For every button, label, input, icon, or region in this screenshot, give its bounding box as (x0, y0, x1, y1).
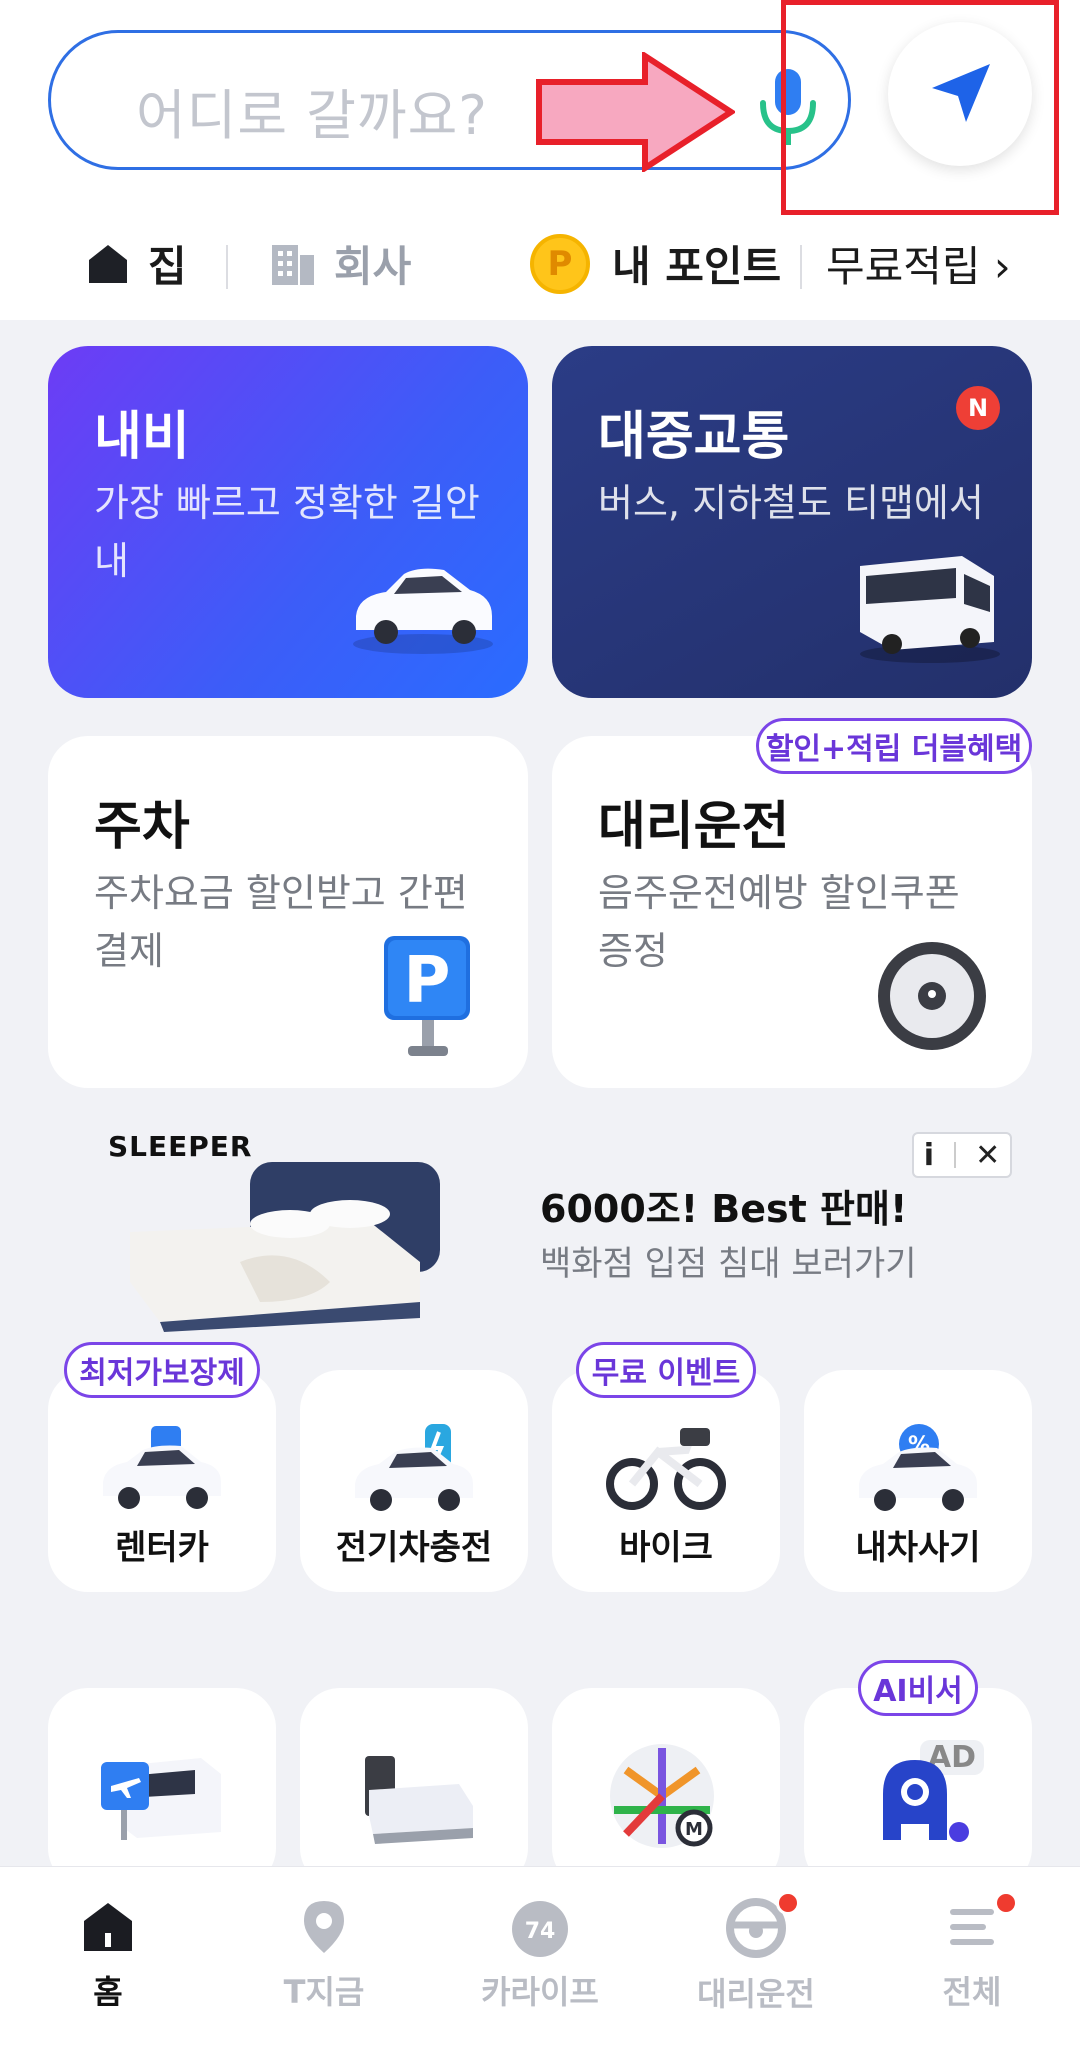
tile-ev-charging-label: 전기차충전 (335, 1528, 493, 1568)
shortcut-work-label: 회사 (334, 242, 412, 291)
car-life-badge-text: 74 (525, 1919, 556, 1944)
nav-car-life-label: 카라이프 (481, 1973, 599, 2011)
new-badge: N (956, 386, 1000, 430)
designated-driver-card[interactable]: 대리운전 음주운전예방 할인쿠폰 증정 (552, 736, 1032, 1088)
building-icon (272, 244, 314, 285)
shortcut-home-label: 집 (148, 242, 187, 291)
ai-assistant-pill: AI비서 (858, 1660, 978, 1716)
notification-dot (776, 1891, 800, 1915)
shortcut-row: 집 회사 P 내 포인트 무료적립 › (0, 215, 1080, 305)
ad-close-icon[interactable]: ✕ (975, 1138, 1000, 1173)
map-pin-icon (304, 1901, 344, 1953)
nav-home-label: 홈 (93, 1973, 123, 2011)
rental-car-icon (103, 1426, 221, 1509)
parking-card[interactable]: 주차 주차요금 할인받고 간편결제 P (48, 736, 528, 1088)
nav-t-now[interactable]: T지금 (216, 1897, 432, 2013)
steering-wheel-icon (878, 942, 986, 1050)
my-points-label: 내 포인트 (612, 242, 782, 291)
tile-buy-car-label: 내차사기 (855, 1528, 981, 1568)
svg-text:P: P (404, 944, 451, 1018)
tile-accommodation[interactable] (300, 1688, 528, 1888)
car-icon (353, 568, 493, 654)
shortcut-my-points[interactable]: P 내 포인트 (530, 233, 781, 294)
bottom-navigation: 홈 T지금 74 카라이프 대리운전 전체 (0, 1866, 1080, 2051)
nav-car-life[interactable]: 74 카라이프 (432, 1897, 648, 2013)
svg-text:M: M (685, 1819, 703, 1840)
lowest-price-pill: 최저가보장제 (64, 1342, 260, 1398)
shortcut-work[interactable]: 회사 (270, 233, 411, 294)
airport-bus-icon (101, 1758, 221, 1840)
tile-buy-car[interactable]: % 내차사기 (804, 1370, 1032, 1592)
nav-all[interactable]: 전체 (864, 1891, 1080, 2013)
ai-assistant-icon (883, 1760, 969, 1842)
transit-subtitle: 버스, 지하철도 티맵에서 (598, 481, 984, 525)
subway-map-icon: M (610, 1744, 714, 1848)
menu-icon (950, 1909, 994, 1945)
double-benefit-pill: 할인+적립 더블혜택 (756, 718, 1032, 774)
ad-headline: 6000조! Best 판매! (540, 1187, 908, 1231)
nav-designated-driver-label: 대리운전 (697, 1975, 815, 2013)
navi-title: 내비 (94, 407, 190, 467)
home-icon (84, 1903, 132, 1951)
ev-charging-icon (355, 1424, 473, 1511)
buy-car-icon: % (859, 1424, 977, 1511)
speedometer-icon: 74 (512, 1901, 568, 1957)
divider (953, 1142, 956, 1168)
parking-sign-icon: P (384, 936, 470, 1056)
ad-subtitle: 백화점 입점 침대 보러가기 (540, 1244, 917, 1284)
tile-bike-label: 바이크 (619, 1528, 713, 1568)
divider (226, 245, 228, 289)
notification-dot (994, 1891, 1018, 1915)
nav-all-label: 전체 (942, 1973, 1002, 2011)
tile-ev-charging[interactable]: 전기차충전 (300, 1370, 528, 1592)
tile-ai-assistant[interactable]: AD (804, 1688, 1032, 1888)
free-points-link[interactable]: 무료적립 › (826, 233, 1011, 294)
tile-rental-car[interactable]: 렌터카 (48, 1370, 276, 1592)
ad-controls: i ✕ (912, 1132, 1012, 1178)
transit-card[interactable]: 대중교통 버스, 지하철도 티맵에서 N (552, 346, 1032, 698)
ad-info-icon[interactable]: i (924, 1138, 934, 1173)
home-icon (89, 244, 127, 283)
annotation-arrow-icon (536, 52, 735, 172)
tile-airport-bus[interactable] (48, 1688, 276, 1888)
tile-subway[interactable]: M (552, 1688, 780, 1888)
parking-title: 주차 (94, 797, 190, 857)
bed-tile-icon (365, 1756, 473, 1844)
driver-title: 대리운전 (598, 797, 790, 857)
header-area: 어디로 갈까요? 집 회사 P 내 포인트 무료적립 › (0, 0, 1080, 320)
annotation-highlight-box (781, 0, 1059, 215)
ad-banner[interactable]: SLEEPER 6000조! Best 판매! 백화점 입점 침대 보러가기 i… (0, 1112, 1080, 1342)
tile-rental-car-label: 렌터카 (115, 1528, 209, 1568)
shortcut-home[interactable]: 집 (86, 233, 187, 294)
bed-icon (130, 1162, 440, 1332)
nav-designated-driver[interactable]: 대리운전 (648, 1891, 864, 2015)
tile-bike[interactable]: 바이크 (552, 1370, 780, 1592)
nav-t-now-label: T지금 (283, 1973, 365, 2011)
transit-title: 대중교통 (598, 407, 790, 467)
free-event-pill: 무료 이벤트 (576, 1342, 756, 1398)
navi-card[interactable]: 내비 가장 빠르고 정확한 길안내 (48, 346, 528, 698)
point-coin-icon: P (530, 233, 590, 294)
free-points-label: 무료적립 › (826, 242, 1011, 291)
search-placeholder[interactable]: 어디로 갈까요? (136, 71, 488, 150)
nav-home[interactable]: 홈 (0, 1897, 216, 2013)
divider (800, 245, 802, 289)
bike-icon (606, 1428, 726, 1510)
bus-icon (860, 556, 1000, 663)
